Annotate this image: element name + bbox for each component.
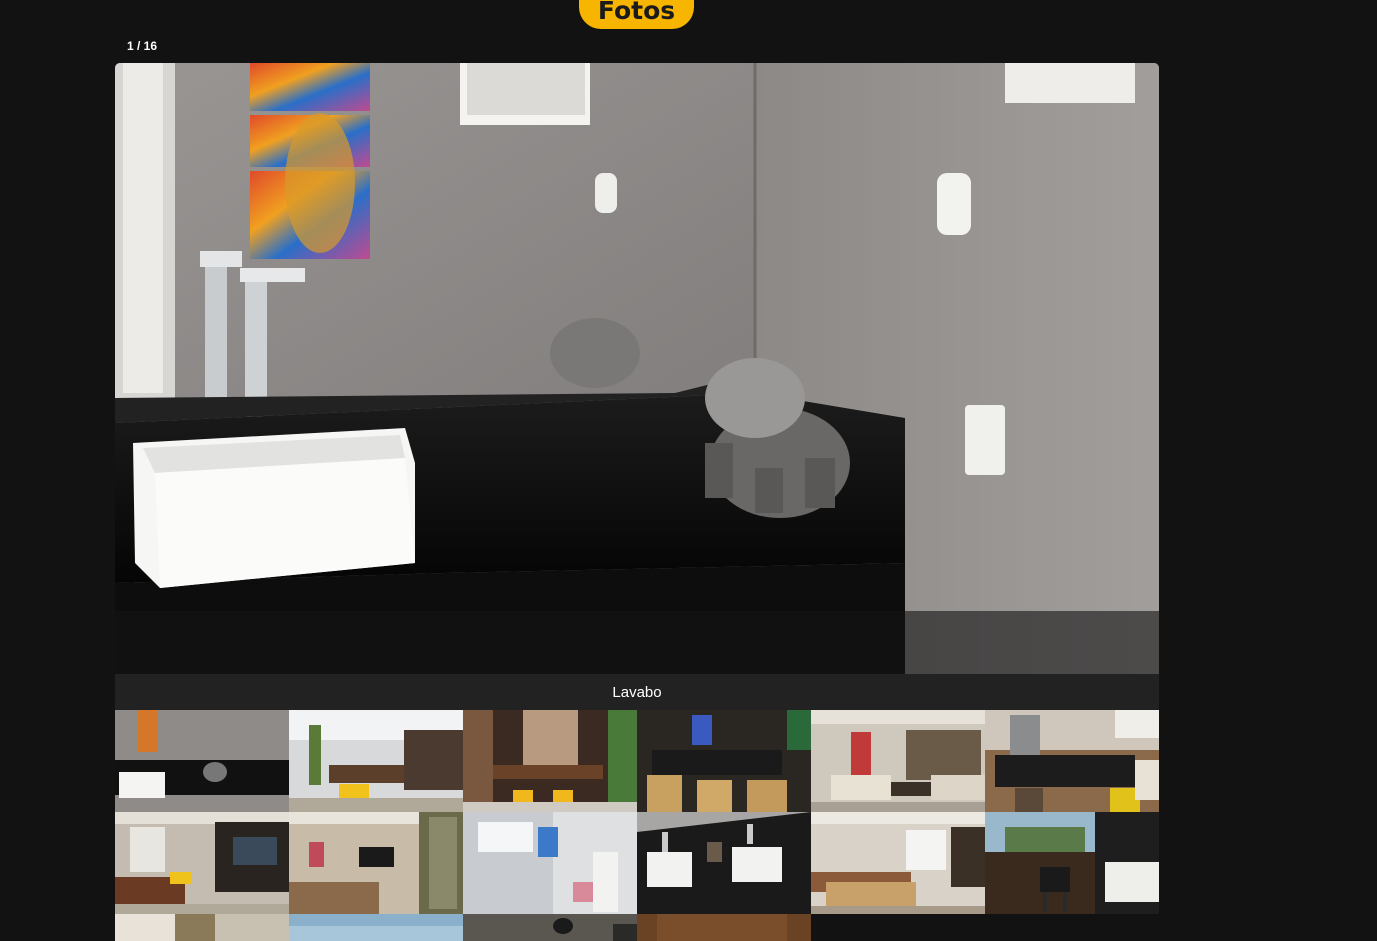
photo-counter: 1 / 16 xyxy=(127,39,158,53)
thumbnail-barbecue-terrace[interactable] xyxy=(985,812,1159,914)
thumbnail-double-sink[interactable] xyxy=(637,812,811,914)
thumbnail-master-bedroom[interactable] xyxy=(811,812,985,914)
thumbnail-kitchen[interactable] xyxy=(985,710,1159,812)
thumbnail-exterior[interactable] xyxy=(115,914,289,941)
photo-caption: Lavabo xyxy=(612,683,662,701)
thumbnail-sky-view[interactable] xyxy=(289,914,463,941)
thumbnail-dining-deck[interactable] xyxy=(463,710,637,812)
thumbnail-family-room[interactable] xyxy=(115,812,289,914)
bathroom-sink-photo xyxy=(115,63,1159,674)
photo-gallery-page: Fotos 1 / 16 Lavabo xyxy=(0,0,1377,941)
thumbnail-living-room[interactable] xyxy=(811,710,985,812)
photo-caption-bar: Lavabo xyxy=(115,674,1159,710)
gallery-title-badge: Fotos xyxy=(579,0,694,29)
thumbnail-hallway[interactable] xyxy=(463,914,637,941)
gallery-title: Fotos xyxy=(597,0,676,25)
thumbnail-wood-room[interactable] xyxy=(637,914,811,941)
thumbnail-patio[interactable] xyxy=(289,710,463,812)
main-photo[interactable] xyxy=(115,63,1159,674)
thumbnail-lavabo[interactable] xyxy=(115,710,289,812)
thumbnail-bathroom-shower[interactable] xyxy=(463,812,637,914)
thumbnail-dining-room[interactable] xyxy=(637,710,811,812)
thumbnail-bedroom-tv[interactable] xyxy=(289,812,463,914)
